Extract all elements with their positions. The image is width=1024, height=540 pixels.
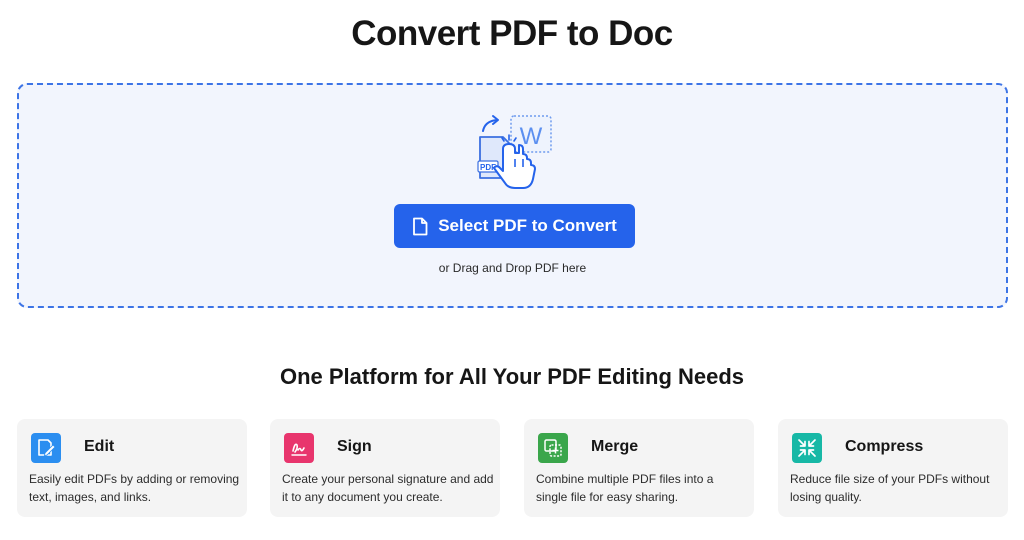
page-title: Convert PDF to Doc [351, 14, 673, 53]
feature-card-merge[interactable]: Merge Combine multiple PDF files into a … [524, 419, 754, 517]
signature-icon [284, 433, 314, 463]
feature-description: Create your personal signature and add i… [282, 472, 494, 504]
feature-description: Reduce file size of your PDFs without lo… [790, 472, 990, 504]
merge-icon [538, 433, 568, 463]
feature-title: Merge [591, 438, 639, 455]
select-pdf-button-label: Select PDF to Convert [438, 216, 617, 235]
feature-title: Edit [84, 438, 115, 455]
feature-title: Sign [337, 438, 372, 455]
pdf-dropzone[interactable]: W PDF Select PDF to Convert or Drag and … [17, 83, 1008, 308]
pdf-to-word-illustration-icon: W PDF [477, 115, 552, 189]
feature-cards: Edit Easily edit PDFs by adding or remov… [17, 419, 1008, 517]
feature-card-edit[interactable]: Edit Easily edit PDFs by adding or remov… [17, 419, 247, 517]
feature-description: Easily edit PDFs by adding or removing t… [29, 472, 240, 504]
feature-description: Combine multiple PDF files into a single… [536, 472, 714, 504]
feature-title: Compress [845, 438, 924, 455]
feature-card-sign[interactable]: Sign Create your personal signature and … [270, 419, 500, 517]
edit-icon [31, 433, 61, 463]
select-pdf-button[interactable]: Select PDF to Convert [394, 204, 635, 248]
feature-card-compress[interactable]: Compress Reduce file size of your PDFs w… [778, 419, 1008, 517]
drop-hint: or Drag and Drop PDF here [438, 261, 587, 275]
features-heading: One Platform for All Your PDF Editing Ne… [279, 364, 745, 389]
file-icon [413, 217, 428, 235]
compress-icon [792, 433, 822, 463]
